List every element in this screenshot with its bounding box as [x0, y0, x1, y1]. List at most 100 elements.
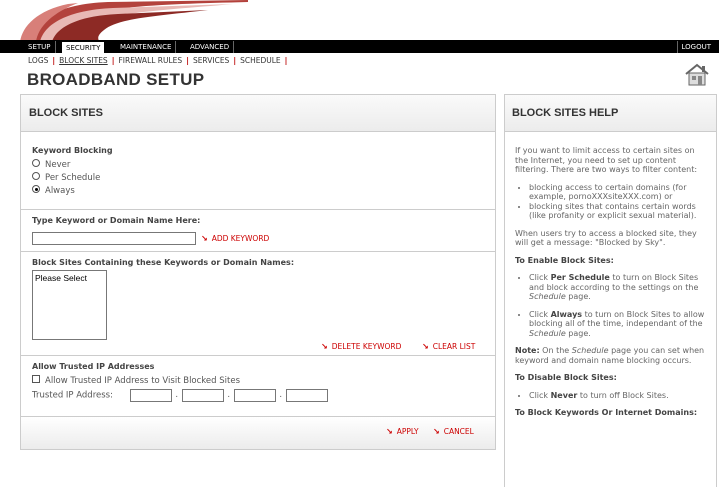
block-sites-heading: BLOCK SITES [21, 95, 495, 132]
arrow-icon: ↘ [422, 342, 429, 351]
subnav-firewall-rules[interactable]: FIREWALL RULES [118, 56, 182, 65]
ip-dot: . [175, 390, 179, 400]
help-disable-item: Click Never to turn off Block Sites. [529, 391, 708, 401]
radio-never-label: Never [45, 160, 71, 170]
help-emphasis: Schedule [529, 292, 566, 301]
apply-label: APPLY [396, 427, 419, 436]
clear-list-label: CLEAR LIST [432, 342, 476, 351]
cancel-button[interactable]: ↘ CANCEL [433, 427, 474, 436]
subnav-separator: | [186, 56, 189, 65]
trusted-ip-heading: Allow Trusted IP Addresses [32, 362, 155, 371]
help-bold: Per Schedule [550, 273, 610, 282]
subnav-logs[interactable]: LOGS [28, 56, 48, 65]
subnav-separator: | [284, 56, 288, 65]
top-navigation-bar: SETUP SECURITY MAINTENANCE ADVANCED LOGO… [0, 40, 719, 53]
help-heading: BLOCK SITES HELP [505, 95, 716, 132]
help-panel: BLOCK SITES HELP If you want to limit ac… [504, 94, 717, 487]
list-item[interactable]: Please Select [35, 273, 104, 283]
subnav-separator: | [52, 56, 56, 65]
help-enable-item: Click Always to turn on Block Sites to a… [529, 310, 708, 339]
keyword-blocking-label: Keyword Blocking [32, 146, 113, 155]
help-way-item: blocking sites that contains certain wor… [529, 202, 708, 221]
arrow-icon: ↘ [201, 234, 208, 243]
trusted-ip-checkbox-label: Allow Trusted IP Address to Visit Blocke… [45, 376, 241, 386]
add-keyword-button[interactable]: ↘ ADD KEYWORD [201, 234, 269, 243]
help-disable-list: Click Never to turn off Block Sites. [529, 391, 708, 401]
help-enable-item: Click Per Schedule to turn on Block Site… [529, 273, 708, 302]
help-text: Click [529, 309, 551, 319]
radio-row-per-schedule: Per Schedule [32, 172, 495, 184]
keyword-input[interactable] [32, 232, 196, 245]
tab-maintenance[interactable]: MAINTENANCE [116, 41, 177, 53]
trusted-ip-label: Trusted IP Address: [32, 390, 113, 401]
help-way-item: blocking access to certain domains (for … [529, 183, 708, 202]
subnav-block-sites[interactable]: BLOCK SITES [59, 56, 108, 65]
keyword-entry-section: Type Keyword or Domain Name Here: ↘ ADD K… [21, 210, 495, 252]
cancel-label: CANCEL [443, 427, 474, 436]
radio-per-schedule[interactable] [32, 172, 40, 180]
radio-never[interactable] [32, 159, 40, 167]
help-text: Click [529, 273, 551, 282]
help-text: page. [565, 328, 591, 338]
add-keyword-label: ADD KEYWORD [211, 234, 270, 243]
apply-button[interactable]: ↘ APPLY [386, 427, 419, 436]
keyword-blocking-section: Keyword Blocking Never Per Schedule Alwa… [21, 132, 495, 210]
help-emphasis: Schedule [529, 328, 566, 338]
page-title: BROADBAND SETUP [27, 70, 205, 89]
delete-keyword-label: DELETE KEYWORD [331, 342, 402, 351]
help-enable-heading: To Enable Block Sites: [515, 255, 614, 265]
security-subnav: LOGS | BLOCK SITES | FIREWALL RULES | SERVICES… [28, 56, 291, 66]
keyword-entry-label: Type Keyword or Domain Name Here: [32, 216, 201, 225]
trusted-ip-row: Trusted IP Address: ... [32, 388, 328, 402]
help-body: If you want to limit access to certain s… [505, 132, 716, 418]
ip-octet-3-input[interactable] [233, 388, 276, 402]
delete-keyword-button[interactable]: ↘ DELETE KEYWORD [321, 342, 401, 351]
tab-security[interactable]: SECURITY [61, 41, 106, 53]
help-enable-list: Click Per Schedule to turn on Block Site… [529, 273, 708, 338]
help-text: On the [539, 346, 572, 355]
block-list-label: Block Sites Containing these Keywords or… [32, 258, 295, 267]
help-bold: Note: [515, 346, 540, 355]
tab-advanced[interactable]: ADVANCED [186, 41, 235, 53]
radio-always-label: Always [45, 186, 75, 196]
arrow-icon: ↘ [433, 427, 440, 436]
help-text: to turn off Block Sites. [577, 390, 669, 400]
help-text: page. [565, 292, 591, 301]
ip-octet-1-input[interactable] [129, 388, 172, 402]
clear-list-button[interactable]: ↘ CLEAR LIST [422, 342, 475, 351]
trusted-ip-section: Allow Trusted IP Addresses Allow Trusted… [21, 356, 495, 412]
help-ways-list: blocking access to certain domains (for … [529, 183, 708, 221]
subnav-separator: | [111, 56, 115, 65]
help-text: Click [529, 390, 551, 400]
brand-swoosh-logo [20, 0, 248, 42]
block-sites-panel: BLOCK SITES Keyword Blocking Never Per S… [20, 94, 496, 450]
arrow-icon: ↘ [321, 342, 328, 351]
help-note: Note: On the Schedule page you can set w… [515, 346, 708, 365]
tab-setup[interactable]: SETUP [24, 41, 56, 53]
trusted-ip-checkbox[interactable] [32, 375, 40, 383]
logout-link[interactable]: LOGOUT [676, 41, 716, 53]
help-block-heading: To Block Keywords Or Internet Domains: [515, 408, 698, 417]
trusted-checkbox-row: Allow Trusted IP Address to Visit Blocke… [32, 375, 495, 387]
subnav-services[interactable]: SERVICES [193, 56, 229, 65]
ip-dot: . [279, 390, 283, 400]
ip-dot: . [227, 390, 231, 400]
radio-per-schedule-label: Per Schedule [45, 173, 101, 183]
block-list-section: Block Sites Containing these Keywords or… [21, 252, 495, 356]
radio-row-never: Never [32, 159, 495, 171]
radio-row-always: Always [32, 185, 495, 197]
arrow-icon: ↘ [386, 427, 393, 436]
ip-octet-4-input[interactable] [285, 388, 328, 402]
help-intro: If you want to limit access to certain s… [515, 146, 698, 174]
home-icon[interactable] [684, 62, 710, 88]
help-message-note: When users try to access a blocked site,… [515, 228, 697, 248]
subnav-schedule[interactable]: SCHEDULE [240, 56, 281, 65]
help-disable-heading: To Disable Block Sites: [515, 373, 617, 382]
radio-always[interactable] [32, 185, 40, 193]
panel-footer: ↘ APPLY ↘ CANCEL [21, 416, 495, 449]
ip-octet-2-input[interactable] [181, 388, 224, 402]
blocked-keywords-listbox[interactable]: Please Select [32, 270, 107, 340]
subnav-separator: | [233, 56, 237, 65]
help-bold: Always [550, 309, 583, 319]
help-bold: Never [550, 390, 578, 400]
